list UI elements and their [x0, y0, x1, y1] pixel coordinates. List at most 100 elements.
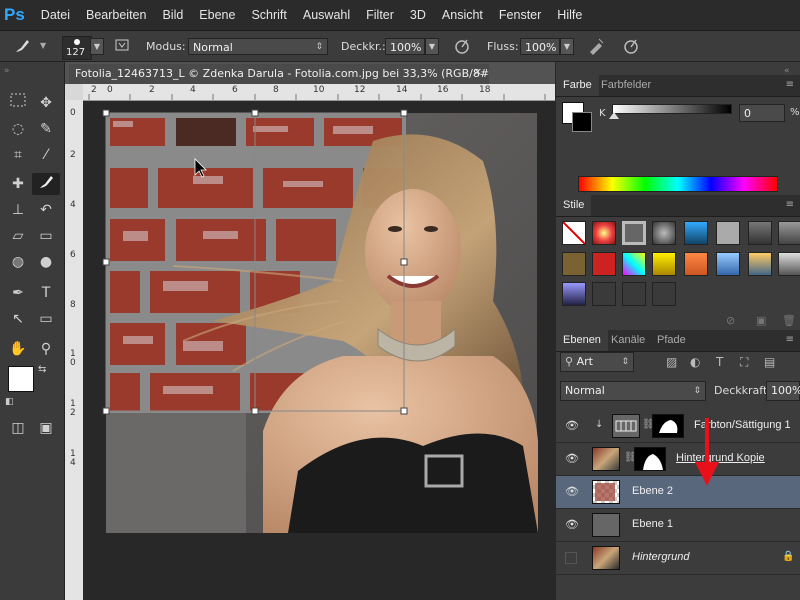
document-tab[interactable]: Fotolia_12463713_L © Zdenka Darula - Fot… — [69, 64, 489, 84]
brush-tool-icon[interactable] — [32, 173, 60, 195]
blur-tool-icon[interactable]: ◍ — [4, 251, 32, 273]
style-swatch[interactable] — [778, 252, 800, 276]
menu-ansicht[interactable]: Ansicht — [434, 8, 491, 22]
style-swatch[interactable] — [652, 252, 676, 276]
eraser-tool-icon[interactable]: ▱ — [4, 225, 32, 247]
layer-row[interactable]: 👁 Ebene 1 — [556, 509, 800, 542]
style-swatch[interactable] — [622, 282, 646, 306]
eye-icon[interactable]: 👁 — [565, 420, 579, 432]
close-icon[interactable]: × — [473, 65, 482, 78]
panel-menu-icon[interactable]: ≡ — [786, 334, 794, 345]
menu-filter[interactable]: Filter — [358, 8, 402, 22]
panel-menu-icon[interactable]: ≡ — [786, 79, 794, 90]
blend-mode-select[interactable]: Normal ⇕ — [560, 381, 706, 401]
style-swatch[interactable] — [652, 221, 676, 245]
healing-brush-tool-icon[interactable]: ✚ — [4, 173, 32, 195]
brush-panel-toggle-icon[interactable] — [112, 37, 132, 57]
menu-fenster[interactable]: Fenster — [491, 8, 549, 22]
crop-tool-icon[interactable]: ⌗ — [4, 144, 32, 166]
style-swatch[interactable] — [622, 252, 646, 276]
layer-opacity-input[interactable]: 100% — [766, 381, 800, 401]
chevron-down-icon[interactable]: ▼ — [40, 41, 46, 50]
brush-tool-preset-icon[interactable] — [12, 37, 32, 57]
screen-mode-icon[interactable]: ▣ — [32, 417, 60, 439]
swap-colors-icon[interactable]: ⇆ — [38, 364, 46, 375]
visibility-toggle-off[interactable] — [565, 552, 577, 564]
zoom-tool-icon[interactable]: ⚲ — [32, 338, 60, 360]
menu-auswahl[interactable]: Auswahl — [295, 8, 358, 22]
style-swatch[interactable] — [684, 252, 708, 276]
history-brush-tool-icon[interactable]: ↶ — [32, 199, 60, 221]
layer-row[interactable]: 👁 ⛓ Hintergrund Kopie — [556, 443, 800, 476]
tab-farbe[interactable]: Farbe — [556, 75, 599, 96]
foreground-color-swatch[interactable] — [8, 366, 34, 392]
panel-menu-icon[interactable]: ≡ — [786, 199, 794, 210]
tab-ebenen[interactable]: Ebenen — [556, 330, 608, 351]
style-swatch[interactable] — [592, 252, 616, 276]
pressure-size-icon[interactable] — [621, 37, 641, 57]
opacity-dropdown[interactable]: ▼ — [425, 38, 439, 55]
canvas-area[interactable] — [83, 101, 555, 600]
flow-dropdown[interactable]: ▼ — [560, 38, 574, 55]
slider-thumb[interactable] — [609, 112, 619, 119]
eye-icon[interactable]: 👁 — [565, 453, 579, 465]
layer-row[interactable]: 👁 ↓ ⛓ Farbton/Sättigung 1 — [556, 410, 800, 443]
filter-shape-icon[interactable]: ⛶ — [740, 355, 748, 370]
style-none-swatch[interactable] — [562, 221, 586, 245]
style-swatch[interactable] — [652, 282, 676, 306]
quick-mask-icon[interactable]: ◫ — [4, 417, 32, 439]
grayscale-slider[interactable] — [612, 104, 732, 114]
style-swatch[interactable] — [592, 282, 616, 306]
brush-size-dropdown[interactable]: ▼ — [90, 38, 104, 55]
style-swatch[interactable] — [562, 282, 586, 306]
marquee-tool-icon[interactable] — [4, 92, 32, 114]
eyedropper-tool-icon[interactable]: ⁄ — [32, 144, 60, 166]
style-swatch[interactable] — [748, 221, 772, 245]
lasso-tool-icon[interactable]: ◌ — [4, 118, 32, 140]
color-bg-swatch[interactable] — [572, 112, 592, 132]
tab-stile[interactable]: Stile — [556, 195, 592, 216]
filter-smartobject-icon[interactable]: ▤ — [764, 355, 775, 369]
tab-pfade[interactable]: Pfade — [650, 330, 693, 351]
menu-3d[interactable]: 3D — [402, 8, 434, 22]
rectangle-tool-icon[interactable]: ▭ — [32, 308, 60, 330]
tab-kanaele[interactable]: Kanäle — [604, 330, 652, 351]
default-colors-icon[interactable]: ◧ — [5, 397, 14, 407]
hand-tool-icon[interactable]: ✋ — [4, 338, 32, 360]
delete-style-icon[interactable]: ⊘ — [726, 314, 735, 327]
filter-pixel-icon[interactable]: ▨ — [666, 355, 677, 369]
menu-bild[interactable]: Bild — [154, 8, 191, 22]
airbrush-icon[interactable] — [586, 37, 606, 57]
menu-bearbeiten[interactable]: Bearbeiten — [78, 8, 154, 22]
pressure-opacity-icon[interactable] — [452, 37, 472, 57]
dodge-tool-icon[interactable]: ● — [32, 251, 60, 273]
style-swatch[interactable] — [778, 221, 800, 245]
style-swatch[interactable] — [716, 221, 740, 245]
menu-hilfe[interactable]: Hilfe — [549, 8, 590, 22]
new-style-icon[interactable]: ▣ — [756, 314, 766, 327]
clone-stamp-tool-icon[interactable]: ⊥ — [4, 199, 32, 221]
layer-filter-select[interactable]: ⚲ Art ⇕ — [560, 352, 634, 372]
style-swatch[interactable] — [748, 252, 772, 276]
style-swatch[interactable] — [562, 252, 586, 276]
gradient-tool-icon[interactable]: ▭ — [32, 225, 60, 247]
layer-row[interactable]: Hintergrund 🔒 — [556, 542, 800, 575]
style-swatch[interactable] — [622, 221, 646, 245]
channel-value-input[interactable]: 0 — [739, 104, 785, 122]
brush-size-picker[interactable]: 127 — [62, 36, 92, 60]
mode-select[interactable]: Normal ⇕ — [188, 38, 328, 55]
menu-datei[interactable]: Datei — [33, 8, 78, 22]
path-selection-tool-icon[interactable]: ↖ — [4, 308, 32, 330]
eye-icon[interactable]: 👁 — [565, 486, 579, 498]
pen-tool-icon[interactable]: ✒ — [4, 282, 32, 304]
opacity-input[interactable]: 100% — [385, 38, 425, 55]
trash-icon[interactable]: 🗑 — [782, 314, 796, 327]
menu-schrift[interactable]: Schrift — [243, 8, 294, 22]
type-tool-icon[interactable]: T — [32, 282, 60, 304]
style-swatch[interactable] — [592, 221, 616, 245]
filter-type-icon[interactable]: T — [716, 355, 723, 369]
quick-selection-tool-icon[interactable]: ✎ — [32, 118, 60, 140]
style-swatch[interactable] — [684, 221, 708, 245]
flow-input[interactable]: 100% — [520, 38, 560, 55]
style-swatch[interactable] — [716, 252, 740, 276]
